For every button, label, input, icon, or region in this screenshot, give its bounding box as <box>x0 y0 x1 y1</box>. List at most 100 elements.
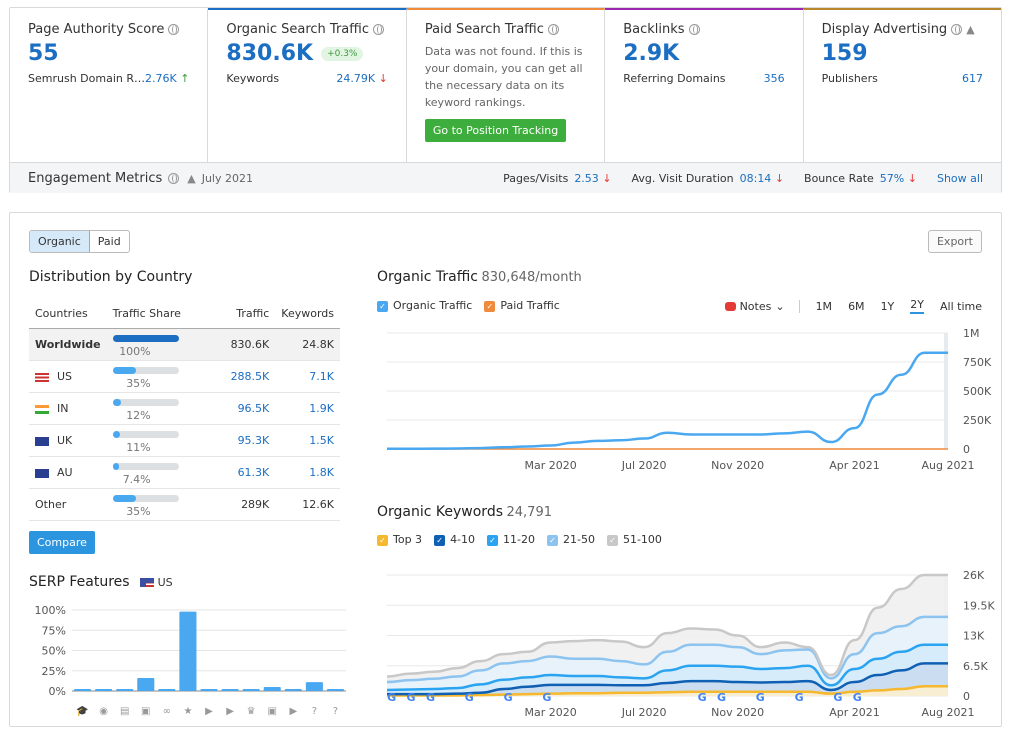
traffic-cell[interactable]: 96.5K <box>224 392 276 425</box>
legend-4-10[interactable]: ✓ 4-10 <box>434 533 475 546</box>
share-cell: 11% <box>106 424 225 457</box>
legend-label: Paid Traffic <box>500 299 560 312</box>
notes-label: Notes <box>739 299 772 313</box>
compare-button[interactable]: Compare <box>29 531 95 554</box>
bar-reviews <box>179 611 197 691</box>
google-update-icon: G <box>465 691 474 704</box>
serp-title: SERP Features <box>29 574 130 590</box>
keywords-cell[interactable]: 1.5K <box>275 424 340 457</box>
warning-icon[interactable]: ▲ <box>966 23 974 36</box>
legend-top-3[interactable]: ✓ Top 3 <box>377 533 422 546</box>
people-also-ask-icon: ? <box>333 706 338 717</box>
bounce-value: 57% <box>879 171 905 185</box>
range-2y[interactable]: 2Y <box>910 298 924 314</box>
tab-paid[interactable]: Paid <box>90 231 129 252</box>
globe-icon[interactable] <box>168 24 180 35</box>
country-cell[interactable]: US <box>29 360 107 393</box>
y-tick-label: 0 <box>963 443 970 456</box>
image-pack-icon: ▣ <box>268 706 277 717</box>
export-button[interactable]: Export <box>927 230 982 253</box>
globe-icon[interactable] <box>951 24 963 35</box>
position-tracking-button[interactable]: Go to Position Tracking <box>424 119 567 142</box>
country-cell[interactable]: UK <box>29 424 107 457</box>
google-update-icon: G <box>833 691 842 704</box>
sub-value[interactable]: 24.79K <box>336 72 375 85</box>
y-tick-label: 75% <box>42 624 66 637</box>
card-title: Display Advertising <box>821 22 948 37</box>
country-cell[interactable]: IN <box>29 392 107 425</box>
traffic-cell: 830.6K <box>224 328 276 361</box>
card-value[interactable]: 2.9K <box>623 41 784 66</box>
card-value[interactable]: 830.6K <box>226 41 313 66</box>
flag-icon-uk <box>35 436 49 446</box>
card-paid-traffic: Paid Search Traffic Data was not found. … <box>406 8 606 162</box>
traffic-cell[interactable]: 61.3K <box>224 456 276 489</box>
y-tick-label: 50% <box>42 645 66 658</box>
x-tick-label: Aug 2021 <box>922 459 975 472</box>
legend-11-20[interactable]: ✓ 11-20 <box>487 533 535 546</box>
bar-faq <box>305 682 323 691</box>
col-keywords: Keywords <box>275 303 340 329</box>
x-tick-label: Nov 2020 <box>711 706 764 719</box>
traffic-cell[interactable]: 95.3K <box>224 424 276 457</box>
organic-keywords-chart: 26K 19.5K 13K 6.5K 0 Mar 2020 Jul 2020 Nov 2020… <box>386 569 995 719</box>
share-bar <box>112 367 179 374</box>
legend-51-100[interactable]: ✓ 51-100 <box>606 533 662 546</box>
notes-dropdown[interactable]: Notes ⌄ <box>724 299 800 313</box>
traffic-cell[interactable]: 288.5K <box>224 360 276 393</box>
keywords-cell: 24.8K <box>275 328 340 361</box>
legend-label: 11-20 <box>503 533 535 546</box>
card-value[interactable]: 159 <box>822 41 983 66</box>
keywords-cell[interactable]: 7.1K <box>275 360 340 393</box>
note-icon <box>724 301 736 311</box>
keywords-cell[interactable]: 1.9K <box>275 392 340 425</box>
show-all-link[interactable]: Show all <box>937 172 983 185</box>
range-1y[interactable]: 1Y <box>881 300 895 313</box>
globe-icon[interactable] <box>547 24 559 35</box>
legend-organic-traffic[interactable]: ✓ Organic Traffic <box>377 299 472 312</box>
tab-organic[interactable]: Organic <box>30 231 90 252</box>
globe-icon[interactable] <box>688 24 700 35</box>
y-tick-label: 26K <box>963 569 985 582</box>
overview-panel: Page Authority Score 55 Semrush Domain R… <box>9 7 1002 193</box>
bar-video-carousel <box>284 689 302 691</box>
share-cell: 12% <box>106 392 225 425</box>
card-display-advertising: Display Advertising ▲ 159 Publishers 617 <box>803 8 1001 162</box>
checkbox-icon: ✓ <box>377 300 388 312</box>
share-bar <box>112 495 179 502</box>
bar-top-stories <box>242 689 260 691</box>
warning-icon[interactable]: ▲ <box>187 172 195 185</box>
range-1m[interactable]: 1M <box>816 300 833 313</box>
country-cell[interactable]: AU <box>29 456 107 489</box>
checkbox-icon: ✓ <box>377 534 388 546</box>
keywords-cell[interactable]: 1.8K <box>275 456 340 489</box>
globe-icon[interactable] <box>372 24 384 35</box>
sub-value[interactable]: 356 <box>764 72 785 85</box>
range-6m[interactable]: 6M <box>848 300 865 313</box>
globe-icon[interactable] <box>168 172 180 184</box>
local-pack-icon: ◉ <box>99 706 108 717</box>
series-organic-traffic <box>386 351 948 451</box>
duration-label: Avg. Visit Duration <box>631 171 734 185</box>
checkbox-icon: ✓ <box>487 534 499 546</box>
legend-paid-traffic[interactable]: ✓ Paid Traffic <box>484 299 560 312</box>
traffic-cell: 289K <box>224 488 276 521</box>
checkbox-icon: ✓ <box>484 300 496 312</box>
share-bar <box>112 463 179 470</box>
serp-country[interactable]: US <box>158 576 173 589</box>
engagement-title: Engagement Metrics <box>28 170 163 186</box>
range-all-time[interactable]: All time <box>940 300 982 313</box>
sub-value[interactable]: 2.76K <box>145 72 177 85</box>
legend-label: 21-50 <box>563 533 595 546</box>
video-carousel-icon: ▶ <box>289 706 297 717</box>
legend-label: Organic Traffic <box>393 299 473 312</box>
flag-icon-au <box>35 468 49 478</box>
card-value[interactable]: 55 <box>28 41 189 66</box>
arrow-down-icon: ↓ <box>378 72 388 85</box>
legend-21-50[interactable]: ✓ 21-50 <box>547 533 595 546</box>
arrow-up-icon: ↑ <box>180 72 190 85</box>
change-badge: +0.3% <box>321 46 364 61</box>
share-bar <box>112 399 179 406</box>
chevron-down-icon: ⌄ <box>775 299 785 313</box>
sub-value[interactable]: 617 <box>962 72 983 85</box>
